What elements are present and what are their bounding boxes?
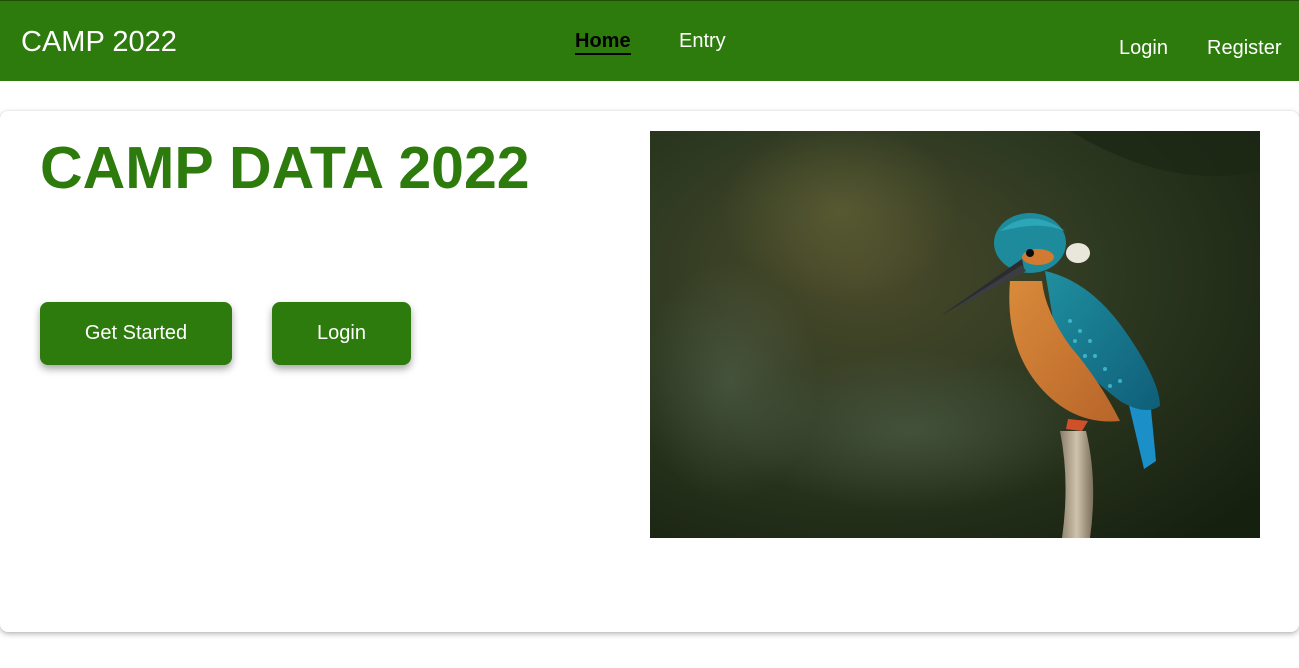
nav-register-link[interactable]: Register — [1207, 36, 1281, 60]
hero-card: CAMP DATA 2022 Get Started Login — [0, 111, 1299, 632]
top-navbar: CAMP 2022 Home Entry Login Register — [0, 0, 1299, 81]
hero-login-button[interactable]: Login — [272, 302, 411, 365]
kingfisher-photo — [650, 131, 1260, 538]
brand-logo-text[interactable]: CAMP 2022 — [21, 25, 177, 59]
nav-link-home[interactable]: Home — [575, 29, 631, 55]
hero-title: CAMP DATA 2022 — [40, 135, 530, 201]
nav-login-link[interactable]: Login — [1119, 36, 1168, 60]
nav-link-entry[interactable]: Entry — [679, 29, 726, 53]
get-started-button[interactable]: Get Started — [40, 302, 232, 365]
